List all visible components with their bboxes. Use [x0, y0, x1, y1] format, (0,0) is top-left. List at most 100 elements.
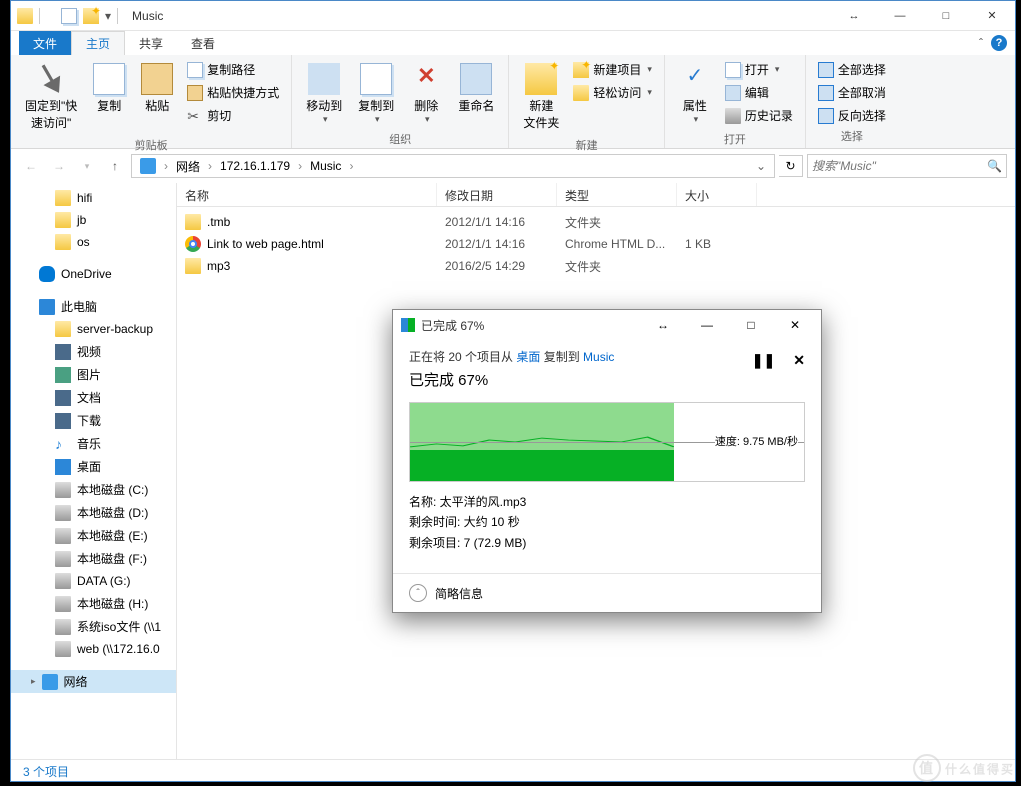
chevron-right-icon[interactable]: ›: [296, 159, 304, 173]
current-file: 太平洋的风.mp3: [440, 495, 527, 509]
breadcrumb-segment[interactable]: Music: [304, 155, 347, 177]
col-name[interactable]: 名称: [177, 183, 437, 206]
nav-item[interactable]: 音乐: [11, 432, 176, 455]
dialog-maximize-button[interactable]: □: [737, 315, 765, 335]
open-button[interactable]: 打开: [721, 59, 797, 80]
chevron-right-icon[interactable]: ›: [347, 159, 355, 173]
tab-view[interactable]: 查看: [177, 31, 229, 55]
speed-label: 速度: 9.75 MB/秒: [715, 433, 798, 449]
moveto-button[interactable]: 移动到: [300, 59, 348, 129]
copy-details: 名称: 太平洋的风.mp3 剩余时间: 大约 10 秒 剩余项目: 7 (72.…: [409, 492, 805, 553]
file-row[interactable]: .tmb 2012/1/1 14:16 文件夹: [177, 211, 1015, 233]
select-none-button[interactable]: 全部取消: [814, 82, 890, 103]
navigation-pane[interactable]: hifijbos OneDrive 此电脑 server-backup视频图片文…: [11, 183, 177, 759]
nav-onedrive[interactable]: OneDrive: [11, 263, 176, 285]
file-row[interactable]: mp3 2016/2/5 14:29 文件夹: [177, 255, 1015, 277]
group-organize: 移动到 复制到 删除 重命名 组织: [292, 55, 509, 148]
paste-shortcut-button[interactable]: 粘贴快捷方式: [183, 82, 283, 103]
minimize-button[interactable]: —: [877, 1, 923, 31]
properties-button[interactable]: 属性: [673, 59, 717, 129]
close-button[interactable]: ✕: [969, 1, 1015, 31]
nav-item[interactable]: 图片: [11, 363, 176, 386]
dialog-double-arrow-icon[interactable]: ↔: [649, 315, 677, 335]
search-box[interactable]: 🔍: [807, 154, 1007, 178]
cut-button[interactable]: 剪切: [183, 105, 283, 126]
paste-button[interactable]: 粘贴: [135, 59, 179, 118]
history-button[interactable]: 历史记录: [721, 105, 797, 126]
nav-item[interactable]: 文档: [11, 386, 176, 409]
nav-item[interactable]: 本地磁盘 (E:): [11, 524, 176, 547]
tab-share[interactable]: 共享: [125, 31, 177, 55]
nav-this-pc[interactable]: 此电脑: [11, 295, 176, 318]
dest-link[interactable]: Music: [583, 350, 614, 364]
tab-file[interactable]: 文件: [19, 31, 71, 55]
details-toggle[interactable]: ˆ 简略信息: [393, 573, 821, 612]
copy-button[interactable]: 复制: [87, 59, 131, 118]
nav-item[interactable]: 视频: [11, 340, 176, 363]
col-size[interactable]: 大小: [677, 183, 757, 206]
double-arrow-icon[interactable]: ↔: [831, 1, 877, 31]
group-clipboard: 固定到"快 速访问" 复制 粘贴 复制路径 粘贴快捷方式 剪切 剪贴板: [11, 55, 292, 148]
breadcrumb-icon[interactable]: [134, 155, 162, 177]
breadcrumb-segment[interactable]: 172.16.1.179: [214, 155, 296, 177]
nav-item[interactable]: 桌面: [11, 455, 176, 478]
dialog-title-bar[interactable]: 已完成 67% ↔ — □ ✕: [393, 310, 821, 340]
nav-item[interactable]: server-backup: [11, 318, 176, 340]
ribbon-collapse-button[interactable]: ˆ: [979, 36, 983, 50]
easy-access-button[interactable]: 轻松访问: [569, 82, 656, 103]
pin-quickaccess-button[interactable]: 固定到"快 速访问": [19, 59, 83, 135]
maximize-button[interactable]: □: [923, 1, 969, 31]
back-button[interactable]: ←: [19, 154, 43, 178]
nav-item[interactable]: hifi: [11, 187, 176, 209]
cancel-copy-button[interactable]: ✕: [793, 352, 805, 369]
copy-path-button[interactable]: 复制路径: [183, 59, 283, 80]
qat-dropdown-icon[interactable]: ▾: [105, 9, 111, 23]
chevron-right-icon[interactable]: ›: [206, 159, 214, 173]
nav-item[interactable]: 本地磁盘 (H:): [11, 592, 176, 615]
nav-item[interactable]: DATA (G:): [11, 570, 176, 592]
refresh-button[interactable]: ↻: [779, 155, 803, 177]
nav-network[interactable]: ▸网络: [11, 670, 176, 693]
nav-item[interactable]: 本地磁盘 (F:): [11, 547, 176, 570]
dialog-icon: [401, 318, 415, 332]
chevron-right-icon[interactable]: ›: [162, 159, 170, 173]
nav-item[interactable]: os: [11, 231, 176, 253]
delete-button[interactable]: 删除: [404, 59, 448, 129]
copyto-button[interactable]: 复制到: [352, 59, 400, 129]
col-type[interactable]: 类型: [557, 183, 677, 206]
pause-button[interactable]: ❚❚: [752, 352, 775, 369]
invert-selection-button[interactable]: 反向选择: [814, 105, 890, 126]
group-label: 选择: [814, 126, 890, 146]
nav-item[interactable]: 本地磁盘 (C:): [11, 478, 176, 501]
forward-button[interactable]: →: [47, 154, 71, 178]
new-item-button[interactable]: 新建项目: [569, 59, 656, 80]
nav-item[interactable]: 本地磁盘 (D:): [11, 501, 176, 524]
breadcrumb[interactable]: › 网络 › 172.16.1.179 › Music › ⌄: [131, 154, 775, 178]
speed-graph: 速度: 9.75 MB/秒: [409, 402, 805, 482]
help-icon[interactable]: ?: [991, 35, 1007, 51]
nav-item[interactable]: 下载: [11, 409, 176, 432]
source-link[interactable]: 桌面: [516, 350, 540, 364]
breadcrumb-dropdown[interactable]: ⌄: [750, 159, 772, 173]
rename-button[interactable]: 重命名: [452, 59, 500, 118]
tab-home[interactable]: 主页: [71, 31, 125, 55]
nav-item[interactable]: web (\\172.16.0: [11, 638, 176, 660]
history-dropdown[interactable]: ▾: [75, 154, 99, 178]
column-headers: 名称 修改日期 类型 大小: [177, 183, 1015, 207]
search-icon[interactable]: 🔍: [987, 159, 1002, 173]
dialog-minimize-button[interactable]: —: [693, 315, 721, 335]
col-date[interactable]: 修改日期: [437, 183, 557, 206]
select-all-button[interactable]: 全部选择: [814, 59, 890, 80]
edit-button[interactable]: 编辑: [721, 82, 797, 103]
dialog-close-button[interactable]: ✕: [781, 315, 809, 335]
nav-item[interactable]: 系统iso文件 (\\1: [11, 615, 176, 638]
up-button[interactable]: ↑: [103, 154, 127, 178]
new-folder-button[interactable]: 新建 文件夹: [517, 59, 565, 135]
file-row[interactable]: Link to web page.html 2012/1/1 14:16 Chr…: [177, 233, 1015, 255]
nav-item[interactable]: jb: [11, 209, 176, 231]
qat-properties-icon[interactable]: [61, 8, 77, 24]
qat-newfolder-icon[interactable]: [83, 8, 99, 24]
breadcrumb-segment[interactable]: 网络: [170, 155, 206, 177]
time-remaining: 大约 10 秒: [464, 515, 520, 529]
search-input[interactable]: [812, 159, 987, 173]
